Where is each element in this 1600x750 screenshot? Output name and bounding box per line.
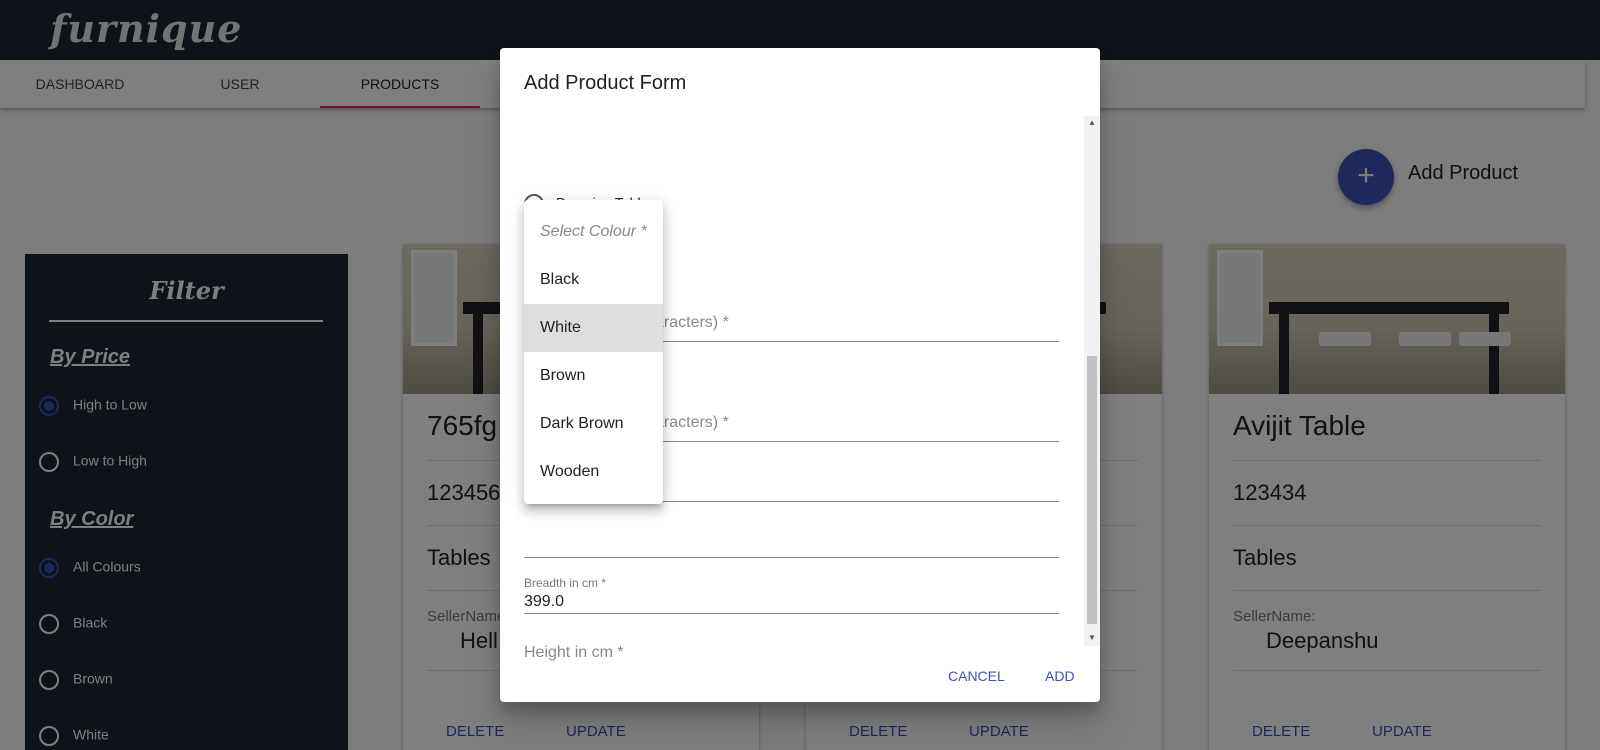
scroll-up-arrow-icon[interactable]: ▲ [1087, 118, 1097, 128]
breadth-value: 399.0 [524, 593, 565, 610]
length-field[interactable] [524, 522, 1059, 558]
field-placeholder: aracters) * [655, 414, 729, 431]
colour-select-menu: Select Colour * Black White Brown Dark B… [524, 200, 663, 504]
menu-item-white[interactable]: White [524, 304, 663, 352]
breadth-field[interactable]: Breadth in cm * 399.0 [524, 576, 1059, 614]
field-placeholder: Height in cm * [524, 644, 624, 661]
menu-item-black[interactable]: Black [524, 256, 663, 304]
field-placeholder: aracters) * [655, 314, 729, 331]
breadth-label: Breadth in cm * [524, 576, 607, 590]
scroll-down-arrow-icon[interactable]: ▼ [1087, 633, 1097, 643]
height-field[interactable]: Height in cm * [524, 636, 1059, 668]
dialog-title: Add Product Form [524, 72, 687, 94]
add-button[interactable]: ADD [1045, 668, 1075, 684]
menu-item-placeholder[interactable]: Select Colour * [524, 208, 663, 256]
menu-item-brown[interactable]: Brown [524, 352, 663, 400]
menu-item-wooden[interactable]: Wooden [524, 448, 663, 496]
cancel-button[interactable]: CANCEL [948, 668, 1005, 684]
menu-item-dark-brown[interactable]: Dark Brown [524, 400, 663, 448]
scrollbar-thumb[interactable] [1087, 356, 1097, 624]
